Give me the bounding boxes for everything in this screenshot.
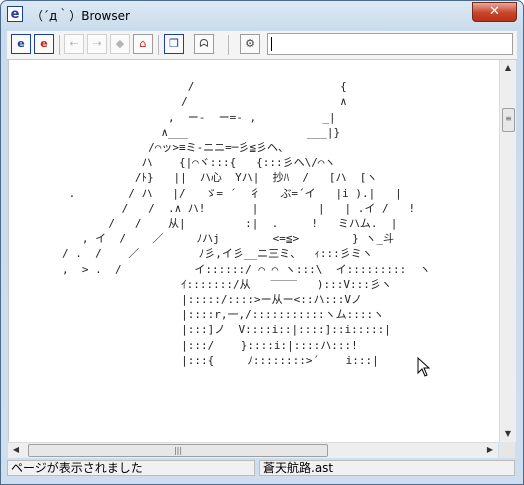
toolbar-separator xyxy=(158,35,159,55)
browser-window: e （´д｀）Browser ✕ e e ⇠ ⇢ ◆ ⌂ ❐ ᗣ ⚙ / { / xyxy=(0,0,524,485)
toolbar-separator xyxy=(228,35,229,55)
face-button[interactable]: ᗣ xyxy=(194,34,214,54)
stop-button[interactable]: ◆ xyxy=(110,34,130,54)
address-input[interactable] xyxy=(267,33,513,55)
home-button[interactable]: ⌂ xyxy=(133,34,153,54)
status-message: ページが表示されました xyxy=(7,460,255,476)
scroll-up-button[interactable]: ▲ xyxy=(500,60,516,76)
status-filename: 蒼天航路.ast xyxy=(259,460,515,476)
vertical-scroll-thumb[interactable]: ≡ xyxy=(502,108,515,132)
title-bar[interactable]: e （´д｀）Browser ✕ xyxy=(1,1,523,28)
mouse-pointer-icon xyxy=(417,357,431,377)
scroll-down-button[interactable]: ▼ xyxy=(500,426,516,442)
scroll-right-button[interactable]: ▶ xyxy=(482,443,498,457)
open-file-button[interactable]: e xyxy=(11,34,31,54)
toolbar-separator xyxy=(59,35,60,55)
scroll-left-button[interactable]: ◀ xyxy=(8,443,24,457)
toolbar: e e ⇠ ⇢ ◆ ⌂ ❐ ᗣ ⚙ xyxy=(7,31,517,60)
settings-button[interactable]: ⚙ xyxy=(240,34,260,54)
scrollbar-corner xyxy=(499,442,515,458)
horizontal-scroll-thumb[interactable]: ||| xyxy=(28,444,328,457)
back-button[interactable]: ⇠ xyxy=(64,34,84,54)
open-url-button[interactable]: e xyxy=(34,34,54,54)
vertical-scrollbar[interactable]: ▲ ≡ ▼ xyxy=(499,60,516,442)
page-content[interactable]: / { / ∧ , ー- ー=- , _| ∧___ ___|} /⌒ッ>≡ミ-… xyxy=(8,60,499,442)
close-button[interactable]: ✕ xyxy=(472,2,517,22)
forward-button[interactable]: ⇢ xyxy=(87,34,107,54)
status-bar: ページが表示されました 蒼天航路.ast xyxy=(7,459,517,478)
window-title: （´д｀）Browser xyxy=(31,9,130,23)
app-icon: e xyxy=(7,6,23,22)
copy-button[interactable]: ❐ xyxy=(164,34,184,54)
ascii-art: / { / ∧ , ー- ー=- , _| ∧___ ___|} /⌒ッ>≡ミ-… xyxy=(61,80,431,367)
horizontal-scrollbar[interactable]: ◀ ||| ▶ xyxy=(8,442,498,458)
